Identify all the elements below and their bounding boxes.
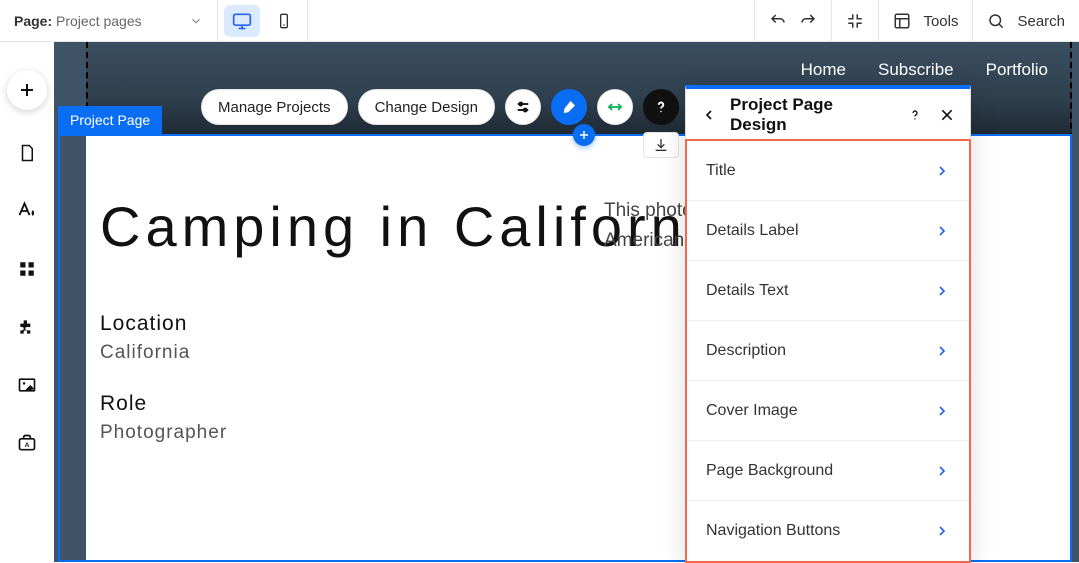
store-rail-button[interactable]: A (12, 428, 42, 458)
grid-icon (18, 260, 36, 278)
chevron-down-icon (189, 14, 203, 28)
design-panel-title: Project Page Design (730, 95, 894, 135)
page-icon (18, 144, 36, 162)
panel-row-cover-image[interactable]: Cover Image (686, 381, 970, 441)
chevron-right-icon (934, 463, 950, 479)
question-icon (907, 107, 923, 123)
panel-row-navigation-buttons[interactable]: Navigation Buttons (686, 501, 970, 561)
selection-tag: Project Page (58, 106, 162, 134)
pages-rail-button[interactable] (12, 138, 42, 168)
briefcase-icon: A (17, 433, 37, 453)
help-circle-button[interactable] (643, 89, 679, 125)
panel-row-label: Navigation Buttons (706, 522, 840, 540)
panel-row-details-label[interactable]: Details Label (686, 201, 970, 261)
design-panel-header: Project Page Design (686, 89, 970, 141)
plus-icon (578, 129, 590, 141)
panel-help-button[interactable] (904, 104, 926, 126)
chevron-right-icon (934, 223, 950, 239)
change-design-button[interactable]: Change Design (358, 89, 495, 125)
chevron-right-icon (934, 523, 950, 539)
page-selector-prefix: Page: (14, 13, 52, 29)
download-icon (653, 137, 669, 153)
mobile-view-button[interactable] (266, 5, 302, 37)
nav-link-home[interactable]: Home (801, 60, 846, 80)
plus-icon (18, 81, 36, 99)
zoom-fit-button[interactable] (831, 0, 878, 42)
panel-close-button[interactable] (936, 104, 958, 126)
element-toolbar: Manage Projects Change Design (201, 88, 679, 126)
text-drop-icon (17, 201, 37, 221)
page-selector[interactable]: Page: Project pages (0, 0, 218, 42)
add-section-button[interactable] (573, 124, 595, 146)
chevron-right-icon (934, 163, 950, 179)
design-panel: Project Page Design Title Details Label … (685, 85, 971, 562)
apps-rail-button[interactable] (12, 254, 42, 284)
media-rail-button[interactable] (12, 370, 42, 400)
chevron-right-icon (934, 343, 950, 359)
left-rail: A (0, 42, 54, 562)
chevron-left-icon (701, 107, 717, 123)
nav-link-subscribe[interactable]: Subscribe (878, 60, 954, 80)
collapse-icon (846, 12, 864, 30)
undo-icon[interactable] (769, 12, 787, 30)
tools-label: Tools (923, 13, 958, 30)
panel-row-title[interactable]: Title (686, 141, 970, 201)
panel-row-label: Cover Image (706, 402, 798, 420)
paintbrush-icon (560, 98, 578, 116)
device-switcher (218, 0, 308, 42)
mobile-icon (276, 13, 292, 29)
top-toolbar: Page: Project pages Tools Sea (0, 0, 1079, 42)
theme-rail-button[interactable] (12, 196, 42, 226)
manage-projects-button[interactable]: Manage Projects (201, 89, 348, 125)
panel-row-details-text[interactable]: Details Text (686, 261, 970, 321)
search-button[interactable]: Search (972, 0, 1079, 42)
close-icon (939, 107, 955, 123)
panel-row-label: Description (706, 342, 786, 360)
stretch-circle-button[interactable] (597, 89, 633, 125)
layout-icon (893, 12, 911, 30)
page-selector-value: Project pages (56, 13, 142, 29)
site-nav: Home Subscribe Portfolio (801, 60, 1048, 80)
download-button[interactable] (643, 132, 679, 158)
panel-row-description[interactable]: Description (686, 321, 970, 381)
panel-row-label: Title (706, 162, 736, 180)
chevron-right-icon (934, 283, 950, 299)
desktop-icon (232, 11, 252, 31)
image-icon (17, 375, 37, 395)
panel-row-page-background[interactable]: Page Background (686, 441, 970, 501)
chevron-right-icon (934, 403, 950, 419)
question-icon (652, 98, 670, 116)
redo-icon[interactable] (799, 12, 817, 30)
settings-circle-button[interactable] (505, 89, 541, 125)
undo-redo-group (754, 0, 831, 42)
search-label: Search (1017, 13, 1065, 30)
addons-rail-button[interactable] (12, 312, 42, 342)
puzzle-icon (17, 317, 37, 337)
desktop-view-button[interactable] (224, 5, 260, 37)
panel-row-label: Details Label (706, 222, 799, 240)
stretch-icon (606, 98, 624, 116)
panel-back-button[interactable] (698, 104, 720, 126)
add-element-button[interactable] (7, 70, 47, 110)
nav-link-portfolio[interactable]: Portfolio (986, 60, 1048, 80)
search-icon (987, 12, 1005, 30)
panel-row-label: Page Background (706, 462, 833, 480)
tools-button[interactable]: Tools (878, 0, 972, 42)
panel-row-label: Details Text (706, 282, 788, 300)
svg-text:A: A (25, 442, 30, 449)
sliders-icon (514, 98, 532, 116)
design-circle-button[interactable] (551, 89, 587, 125)
